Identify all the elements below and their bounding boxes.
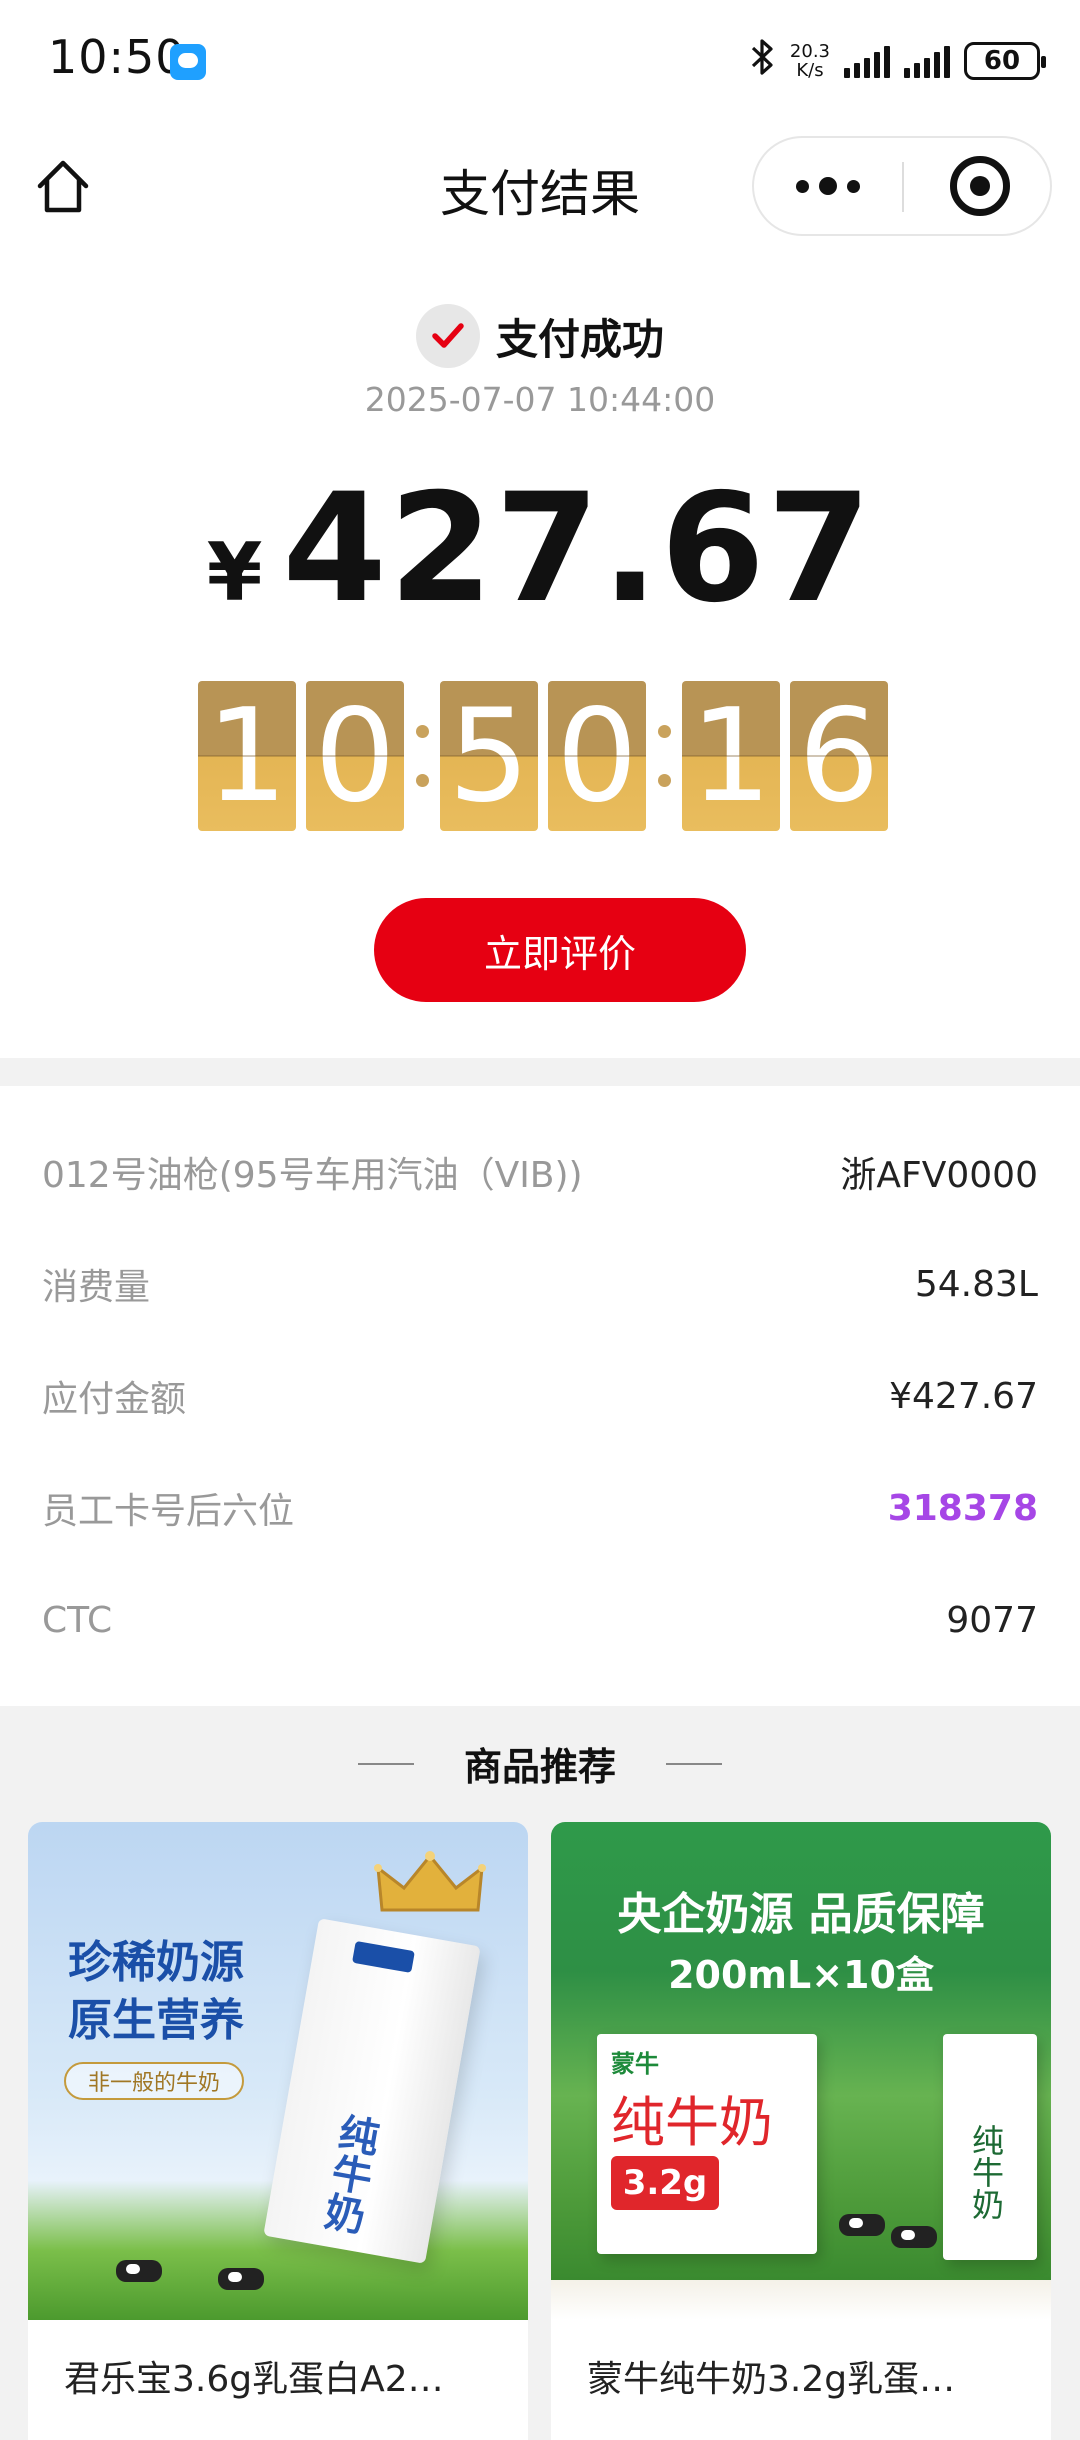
network-speed: 20.3 K/s <box>790 42 830 80</box>
milk-box: 蒙牛 纯牛奶 3.2g <box>597 2034 817 2254</box>
carton-text: 纯牛奶 <box>967 2124 1005 2220</box>
product-image: 珍稀奶源 原生营养 非一般的牛奶 纯牛奶 <box>28 1822 528 2320</box>
brand-logo <box>351 1940 415 1973</box>
recommend-header: 商品推荐 <box>0 1736 1080 1791</box>
message-notification-icon <box>170 44 206 80</box>
detail-value: 318378 <box>887 1487 1038 1529</box>
header-line <box>357 1762 414 1765</box>
product-recommendations: 商品推荐 珍稀奶源 原生营养 非一般的牛奶 纯牛奶 君乐宝3.6g乳蛋白A2… … <box>0 1706 1080 2440</box>
detail-label: 应付金额 <box>42 1379 187 1420</box>
clock-digit: 1 <box>198 681 296 831</box>
recommend-title: 商品推荐 <box>463 1745 616 1789</box>
header-line <box>666 1762 722 1765</box>
amount-value: 427.67 <box>282 462 874 636</box>
box-text: 纯牛奶 <box>611 2091 773 2154</box>
milk-carton: 纯牛奶 <box>943 2034 1037 2260</box>
more-icon[interactable] <box>754 138 902 234</box>
product-image-headline: 央企奶源 品质保障 <box>617 1889 985 1940</box>
capsule-divider <box>902 162 904 212</box>
status-time: 10:50 <box>48 30 186 84</box>
detail-row-ctc: CTC 9077 <box>0 1564 1080 1676</box>
carton-text: 纯牛奶 <box>315 2110 382 2237</box>
close-miniprogram-icon[interactable] <box>950 156 1010 216</box>
detail-label: 012号油枪(95号车用汽油（VIB)) <box>42 1155 583 1196</box>
live-clock: 1 0 5 0 1 6 <box>198 680 898 832</box>
detail-value: 9077 <box>946 1599 1038 1641</box>
protein-badge: 3.2g <box>611 2156 719 2210</box>
product-image-tag: 非一般的牛奶 <box>64 2062 245 2100</box>
clock-digit: 1 <box>682 681 780 831</box>
payment-status: 支付成功 <box>0 304 1080 368</box>
miniprogram-capsule <box>752 136 1052 236</box>
nav-bar: 支付结果 <box>0 130 1080 240</box>
payment-status-text: 支付成功 <box>495 314 664 364</box>
clock-separator <box>656 681 672 831</box>
bluetooth-icon <box>750 37 776 86</box>
clock-separator <box>414 681 430 831</box>
payment-details: 012号油枪(95号车用汽油（VIB)) 浙AFV0000 消费量 54.83L… <box>0 1086 1080 1676</box>
detail-label: 员工卡号后六位 <box>42 1491 295 1532</box>
check-icon <box>415 304 480 368</box>
detail-label: CTC <box>42 1599 113 1641</box>
product-card[interactable]: 珍稀奶源 原生营养 非一般的牛奶 纯牛奶 君乐宝3.6g乳蛋白A2… <box>28 1822 528 2440</box>
brand-logo: 蒙牛 <box>611 2050 659 2078</box>
cow-icon <box>218 2268 264 2290</box>
detail-value: 浙AFV0000 <box>840 1155 1038 1196</box>
product-image: 央企奶源 品质保障 200mL×10盒 蒙牛 纯牛奶 3.2g 纯牛奶 <box>551 1822 1051 2320</box>
status-indicators: 20.3 K/s 60 <box>750 36 1046 86</box>
currency-symbol: ¥ <box>206 526 263 619</box>
milk-carton: 纯牛奶 <box>263 1918 481 2264</box>
product-image-subline: 200mL×10盒 <box>668 1953 934 1997</box>
clock-digit: 0 <box>548 681 646 831</box>
signal-2-icon <box>904 44 950 78</box>
detail-row-volume: 消费量 54.83L <box>0 1228 1080 1340</box>
payment-datetime: 2025-07-07 10:44:00 <box>364 380 716 419</box>
detail-label: 消费量 <box>42 1267 151 1308</box>
detail-row-amount-due: 应付金额 ¥427.67 <box>0 1340 1080 1452</box>
detail-row-employee-card: 员工卡号后六位 318378 <box>0 1452 1080 1564</box>
crown-icon <box>374 1851 486 1912</box>
cow-icon <box>839 2214 885 2236</box>
payment-amount: ¥ 427.67 <box>0 462 1080 636</box>
review-button[interactable]: 立即评价 <box>374 898 746 1002</box>
detail-value: 54.83L <box>914 1263 1038 1305</box>
signal-1-icon <box>844 44 890 78</box>
clock-digit: 6 <box>790 681 888 831</box>
cow-icon <box>116 2260 162 2282</box>
network-speed-value: 20.3 <box>789 41 830 62</box>
product-name[interactable]: 蒙牛纯牛奶3.2g乳蛋… <box>587 2350 1017 2402</box>
network-speed-unit: K/s <box>796 60 824 81</box>
status-bar: 10:50 20.3 K/s 60 <box>0 0 1080 120</box>
detail-value: ¥427.67 <box>889 1375 1038 1417</box>
cow-icon <box>891 2226 937 2248</box>
clock-digit: 5 <box>440 681 538 831</box>
clock-digit: 0 <box>306 681 404 831</box>
product-card[interactable]: 央企奶源 品质保障 200mL×10盒 蒙牛 纯牛奶 3.2g 纯牛奶 蒙牛纯牛… <box>551 1822 1051 2440</box>
product-image-headline: 珍稀奶源 原生营养 <box>68 1937 244 2046</box>
product-name[interactable]: 君乐宝3.6g乳蛋白A2… <box>64 2350 494 2402</box>
section-divider <box>0 1058 1080 1086</box>
battery-icon: 60 <box>964 42 1046 80</box>
detail-row-pump: 012号油枪(95号车用汽油（VIB)) 浙AFV0000 <box>0 1116 1080 1228</box>
